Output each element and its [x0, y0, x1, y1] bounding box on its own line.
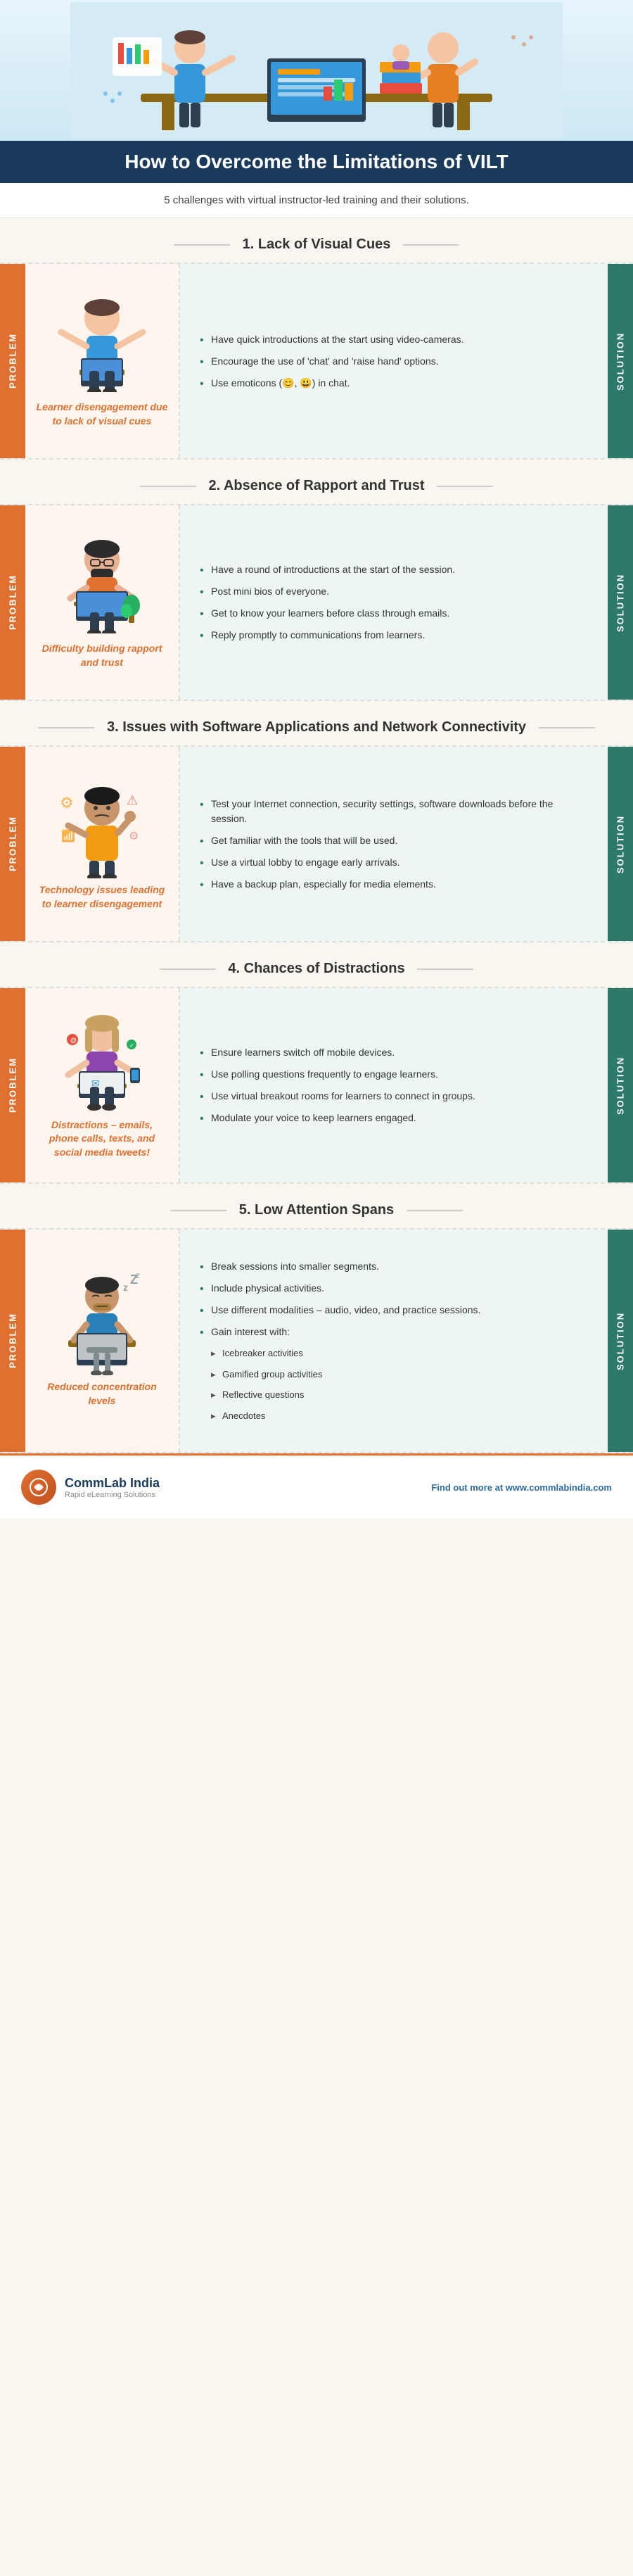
solution-item: Use different modalities – audio, video,… — [197, 1299, 480, 1321]
problem-illustration-4: ✉ @ ✓ — [53, 1011, 151, 1110]
solution-item: Use emoticons (😊, 😃) in chat. — [197, 372, 464, 394]
problem-label-5: PROBLEM — [0, 1230, 25, 1452]
problem-content-5: z Z z Reduced concentration levels — [25, 1230, 180, 1452]
problem-label-1: PROBLEM — [0, 264, 25, 458]
header-illustration — [0, 0, 633, 141]
svg-text:@: @ — [70, 1037, 77, 1044]
solution-item: Have a backup plan, especially for media… — [197, 873, 591, 895]
svg-text:⚠: ⚠ — [127, 793, 138, 807]
solution-item: Use polling questions frequently to enga… — [197, 1063, 475, 1085]
section-2-header: 2. Absence of Rapport and Trust — [0, 462, 633, 501]
solution-list-3: Test your Internet connection, security … — [197, 793, 591, 895]
problem-label-4: PROBLEM — [0, 988, 25, 1182]
footer-logo-icon — [21, 1470, 56, 1505]
solution-content-2: Have a round of introductions at the sta… — [180, 505, 608, 700]
problem-content-1: Learner disengagement due to lack of vis… — [25, 264, 180, 458]
solution-item: Have a round of introductions at the sta… — [197, 559, 455, 581]
header-title-bar: How to Overcome the Limitations of VILT — [0, 141, 633, 183]
section-1-header-gap: 1. Lack of Visual Cues — [0, 218, 633, 263]
solution-content-5: Break sessions into smaller segments. In… — [180, 1230, 608, 1452]
challenge-block-5: PROBLEM — [0, 1228, 633, 1453]
section-1-header: 1. Lack of Visual Cues — [0, 221, 633, 260]
solution-item: Include physical activities. — [197, 1277, 480, 1299]
section-5-header: 5. Low Attention Spans — [0, 1187, 633, 1225]
solution-label-3: SOLUTION — [608, 747, 633, 941]
problem-illustration-3: ⚙ ⚠ 📶 ⚙ — [53, 776, 151, 875]
solution-item: Gain interest with: — [197, 1321, 480, 1343]
footer-url-link: www.commlabindia.com — [506, 1482, 612, 1493]
challenge-block-2: PROBLEM — [0, 504, 633, 701]
solution-label-1: SOLUTION — [608, 264, 633, 458]
solution-item: Break sessions into smaller segments. — [197, 1256, 480, 1277]
challenge-block-1: PROBLEM — [0, 263, 633, 460]
problem-label-2: PROBLEM — [0, 505, 25, 700]
solution-item: Get to know your learners before class t… — [197, 602, 455, 624]
section-5-header-gap: 5. Low Attention Spans — [0, 1184, 633, 1228]
solution-content-1: Have quick introductions at the start us… — [180, 264, 608, 458]
solution-item: Use a virtual lobby to engage early arri… — [197, 852, 591, 873]
solution-item: Use virtual breakout rooms for learners … — [197, 1085, 475, 1107]
problem-content-3: ⚙ ⚠ 📶 ⚙ — [25, 747, 180, 941]
solution-item: Get familiar with the tools that will be… — [197, 830, 591, 852]
solution-item: Have quick introductions at the start us… — [197, 329, 464, 351]
solution-sub-item: Reflective questions — [197, 1384, 480, 1406]
solution-sub-item: Anecdotes — [197, 1406, 480, 1427]
solution-content-4: Ensure learners switch off mobile device… — [180, 988, 608, 1182]
footer-url-prefix: Find out more at — [431, 1482, 505, 1493]
problem-illustration-1 — [53, 293, 151, 392]
footer-logo: CommLab India Rapid eLearning Solutions — [21, 1470, 160, 1505]
solution-item: Test your Internet connection, security … — [197, 793, 591, 830]
solution-list-2: Have a round of introductions at the sta… — [197, 559, 455, 646]
solution-item: Reply promptly to communications from le… — [197, 624, 455, 646]
solution-sub-item: Icebreaker activities — [197, 1343, 480, 1364]
section-4-header-gap: 4. Chances of Distractions — [0, 942, 633, 987]
problem-illustration-2 — [53, 535, 151, 633]
svg-text:z: z — [136, 1270, 140, 1280]
main-title: How to Overcome the Limitations of VILT — [21, 151, 612, 173]
subtitle: 5 challenges with virtual instructor-led… — [0, 183, 633, 218]
problem-caption-1: Learner disengagement due to lack of vis… — [36, 400, 168, 428]
problem-caption-5: Reduced concentration levels — [36, 1380, 168, 1408]
challenge-block-4: PROBLEM — [0, 987, 633, 1184]
problem-caption-4: Distractions – emails, phone calls, text… — [36, 1118, 168, 1160]
solution-label-5: SOLUTION — [608, 1230, 633, 1452]
solution-list-5: Break sessions into smaller segments. In… — [197, 1256, 480, 1426]
solution-item: Post mini bios of everyone. — [197, 581, 455, 602]
svg-text:z: z — [123, 1282, 128, 1293]
svg-text:⚙: ⚙ — [60, 794, 74, 812]
svg-text:⚙: ⚙ — [129, 831, 139, 842]
footer-logo-text: CommLab India Rapid eLearning Solutions — [65, 1476, 160, 1499]
company-name: CommLab India — [65, 1476, 160, 1491]
solution-sub-item: Gamified group activities — [197, 1364, 480, 1385]
solution-label-2: SOLUTION — [608, 505, 633, 700]
solution-list-4: Ensure learners switch off mobile device… — [197, 1042, 475, 1129]
solution-content-3: Test your Internet connection, security … — [180, 747, 608, 941]
section-3-header: 3. Issues with Software Applications and… — [0, 704, 633, 743]
company-tagline: Rapid eLearning Solutions — [65, 1491, 160, 1499]
solution-label-4: SOLUTION — [608, 988, 633, 1182]
problem-caption-2: Difficulty building rapport and trust — [36, 642, 168, 669]
solution-item: Encourage the use of 'chat' and 'raise h… — [197, 351, 464, 372]
solution-list-1: Have quick introductions at the start us… — [197, 329, 464, 394]
section-3-header-gap: 3. Issues with Software Applications and… — [0, 701, 633, 745]
footer: CommLab India Rapid eLearning Solutions … — [0, 1453, 633, 1519]
section-4-header: 4. Chances of Distractions — [0, 945, 633, 984]
challenge-block-3: PROBLEM ⚙ ⚠ 📶 ⚙ — [0, 745, 633, 942]
problem-caption-3: Technology issues leading to learner dis… — [36, 883, 168, 911]
solution-item: Ensure learners switch off mobile device… — [197, 1042, 475, 1063]
problem-illustration-5: z Z z — [53, 1273, 151, 1372]
problem-content-4: ✉ @ ✓ Distractions – emails, phone calls… — [25, 988, 180, 1182]
svg-text:✓: ✓ — [129, 1042, 134, 1049]
problem-content-2: Difficulty building rapport and trust — [25, 505, 180, 700]
solution-item: Modulate your voice to keep learners eng… — [197, 1107, 475, 1129]
problem-label-3: PROBLEM — [0, 747, 25, 941]
section-2-header-gap: 2. Absence of Rapport and Trust — [0, 460, 633, 504]
footer-url: Find out more at www.commlabindia.com — [431, 1482, 612, 1493]
